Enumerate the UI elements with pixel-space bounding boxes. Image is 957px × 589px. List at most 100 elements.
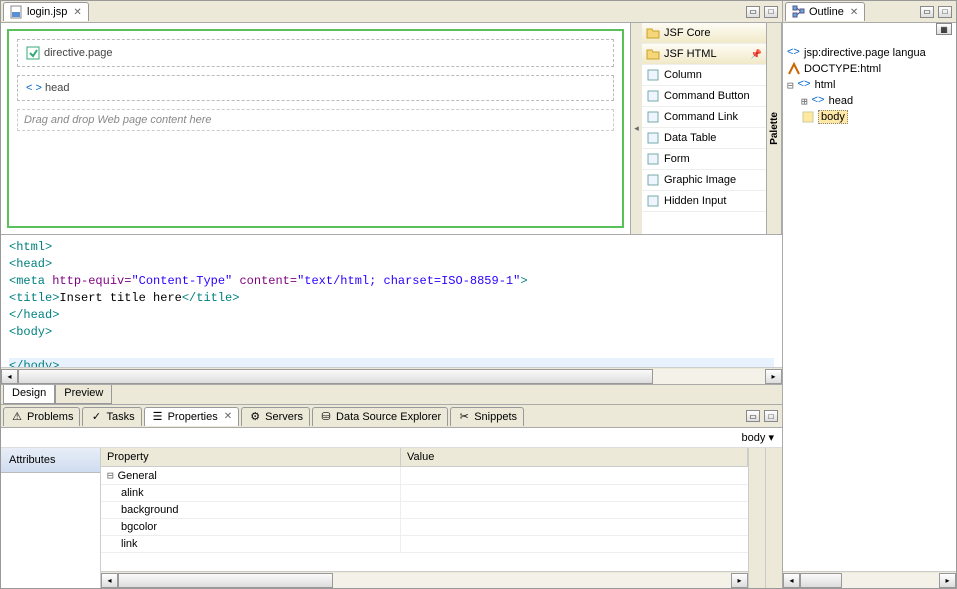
close-icon[interactable]: ✕ — [73, 7, 81, 18]
props-vscrollbar[interactable] — [748, 448, 765, 588]
scroll-right-icon[interactable]: ▸ — [939, 573, 956, 588]
component-icon — [646, 89, 660, 103]
view-minimize-icon[interactable]: ▭ — [746, 410, 760, 422]
pin-icon: 📌 — [751, 49, 762, 60]
palette-item[interactable]: Column — [642, 65, 766, 86]
view-icon: ☰ — [151, 410, 165, 424]
palette-item[interactable]: Command Button — [642, 86, 766, 107]
body-icon — [801, 110, 815, 124]
scroll-right-icon[interactable]: ▸ — [765, 369, 782, 384]
component-icon — [646, 152, 660, 166]
collapse-icon[interactable]: ⊟ — [107, 469, 114, 482]
folder-icon — [646, 47, 660, 61]
source-editor[interactable]: <html> <head> <meta http-equiv="Content-… — [1, 235, 782, 367]
tab-preview[interactable]: Preview — [55, 385, 112, 404]
head-box[interactable]: < > head — [17, 75, 614, 101]
view-tab-data-source-explorer[interactable]: ⛁Data Source Explorer — [312, 407, 448, 426]
outline-tab-label: Outline — [809, 6, 844, 18]
properties-category-attributes[interactable]: Attributes — [1, 448, 100, 473]
tag-icon: <> — [812, 94, 826, 108]
minimize-icon[interactable]: ▭ — [920, 6, 934, 18]
column-header-value[interactable]: Value — [401, 448, 748, 466]
outer-vscrollbar[interactable] — [765, 448, 782, 588]
outline-hscrollbar[interactable]: ◂ ▸ — [783, 571, 956, 588]
expand-icon[interactable]: ⊞ — [801, 95, 808, 108]
palette-handle[interactable]: Palette — [766, 23, 782, 234]
editor-hscrollbar[interactable]: ◂ ▸ — [1, 367, 782, 384]
chevron-down-icon: ▾ — [768, 432, 774, 444]
close-icon[interactable]: ✕ — [224, 411, 232, 422]
tag-icon: <> — [787, 46, 801, 60]
property-row[interactable]: background — [101, 502, 748, 519]
palette-collapse-icon[interactable]: ◂ — [630, 23, 642, 234]
outline-tab[interactable]: Outline ✕ — [785, 2, 865, 21]
scroll-right-icon[interactable]: ▸ — [731, 573, 748, 588]
properties-view: body ▾ Attributes Property Value ⊟Genera… — [1, 428, 782, 588]
component-icon — [646, 173, 660, 187]
component-icon — [646, 68, 660, 82]
minimize-icon[interactable]: ▭ — [746, 6, 760, 18]
palette-list: JSF CoreJSF HTML📌ColumnCommand ButtonCom… — [642, 23, 766, 234]
scroll-left-icon[interactable]: ◂ — [101, 573, 118, 588]
outline-tab-bar: Outline ✕ ▭ □ — [783, 1, 956, 23]
editor-tab-label: login.jsp — [27, 6, 67, 18]
design-canvas[interactable]: directive.page < > head Drag and drop We… — [7, 29, 624, 228]
view-tab-snippets[interactable]: ✂Snippets — [450, 407, 524, 426]
drop-placeholder[interactable]: Drag and drop Web page content here — [17, 109, 614, 131]
editor-tab-bar: login.jsp ✕ ▭ □ — [1, 1, 782, 23]
scroll-left-icon[interactable]: ◂ — [1, 369, 18, 384]
tag-icon: <> — [798, 78, 812, 92]
view-icon: ⚠ — [10, 410, 24, 424]
outline-node-html[interactable]: ⊟ <> html — [787, 77, 952, 93]
property-row[interactable]: bgcolor — [101, 519, 748, 536]
jsp-file-icon — [10, 5, 24, 19]
palette-item[interactable]: Form — [642, 149, 766, 170]
view-icon: ⚙ — [248, 410, 262, 424]
outline-icon — [792, 5, 806, 19]
editor-tab-login[interactable]: login.jsp ✕ — [3, 2, 89, 21]
views-tab-bar: ⚠Problems✓Tasks☰Properties✕⚙Servers⛁Data… — [1, 404, 782, 428]
folder-icon — [646, 26, 660, 40]
view-icon: ✓ — [89, 410, 103, 424]
property-row[interactable]: link — [101, 536, 748, 553]
outline-node-head[interactable]: ⊞ <> head — [787, 93, 952, 109]
collapse-icon[interactable]: ⊟ — [787, 79, 794, 92]
maximize-icon[interactable]: □ — [938, 6, 952, 18]
palette-item[interactable]: Data Table — [642, 128, 766, 149]
props-hscrollbar[interactable]: ◂ ▸ — [101, 571, 748, 588]
doctype-icon — [787, 62, 801, 76]
outline-node-doctype[interactable]: DOCTYPE:html — [787, 61, 952, 77]
view-tab-problems[interactable]: ⚠Problems — [3, 407, 80, 426]
maximize-icon[interactable]: □ — [764, 6, 778, 18]
tab-design[interactable]: Design — [3, 385, 55, 404]
palette-item[interactable]: Command Link — [642, 107, 766, 128]
view-icon: ✂ — [457, 410, 471, 424]
palette-item[interactable]: Hidden Input — [642, 191, 766, 212]
angle-brackets-icon: < > — [26, 82, 42, 94]
view-maximize-icon[interactable]: □ — [764, 410, 778, 422]
palette-item[interactable]: JSF Core — [642, 23, 766, 44]
view-tab-tasks[interactable]: ✓Tasks — [82, 407, 141, 426]
component-icon — [646, 194, 660, 208]
view-icon: ⛁ — [319, 410, 333, 424]
component-icon — [646, 131, 660, 145]
palette-item[interactable]: JSF HTML📌 — [642, 44, 766, 65]
directive-icon — [26, 46, 40, 60]
head-label: head — [45, 82, 69, 94]
view-tab-servers[interactable]: ⚙Servers — [241, 407, 310, 426]
scroll-left-icon[interactable]: ◂ — [783, 573, 800, 588]
property-row[interactable]: ⊟General — [101, 467, 748, 485]
directive-label: directive.page — [44, 47, 113, 59]
outline-node-jsp-directive[interactable]: <> jsp:directive.page langua — [787, 45, 952, 61]
outline-node-body[interactable]: body — [787, 109, 952, 125]
close-icon[interactable]: ✕ — [850, 7, 858, 18]
directive-page-box[interactable]: directive.page — [17, 39, 614, 67]
view-tab-properties[interactable]: ☰Properties✕ — [144, 407, 240, 426]
property-row[interactable]: alink — [101, 485, 748, 502]
palette-item[interactable]: Graphic Image — [642, 170, 766, 191]
outline-tree: <> jsp:directive.page langua DOCTYPE:htm… — [783, 41, 956, 571]
outline-view-mode-icon[interactable]: ▦ — [936, 23, 952, 35]
column-header-property[interactable]: Property — [101, 448, 401, 466]
properties-scope-dropdown[interactable]: body ▾ — [742, 431, 774, 444]
editor-mode-tabs: Design Preview — [1, 384, 782, 404]
